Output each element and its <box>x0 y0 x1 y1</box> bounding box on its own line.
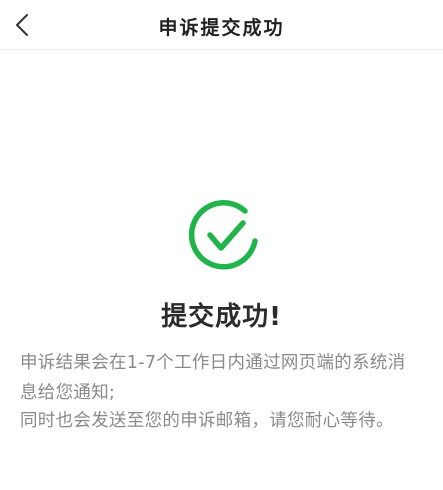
check-circle-icon <box>188 200 258 270</box>
success-title: 提交成功! <box>161 302 282 332</box>
top-bar: 申诉提交成功 <box>0 0 443 50</box>
result-message-line-1: 申诉结果会在1-7个工作日内通过网页端的系统消息给您通知; <box>20 353 406 403</box>
result-message-line-2: 同时也会发送至您的申诉邮箱，请您耐心等待。 <box>20 411 394 431</box>
page-title: 申诉提交成功 <box>158 17 285 39</box>
success-icon <box>187 198 261 272</box>
